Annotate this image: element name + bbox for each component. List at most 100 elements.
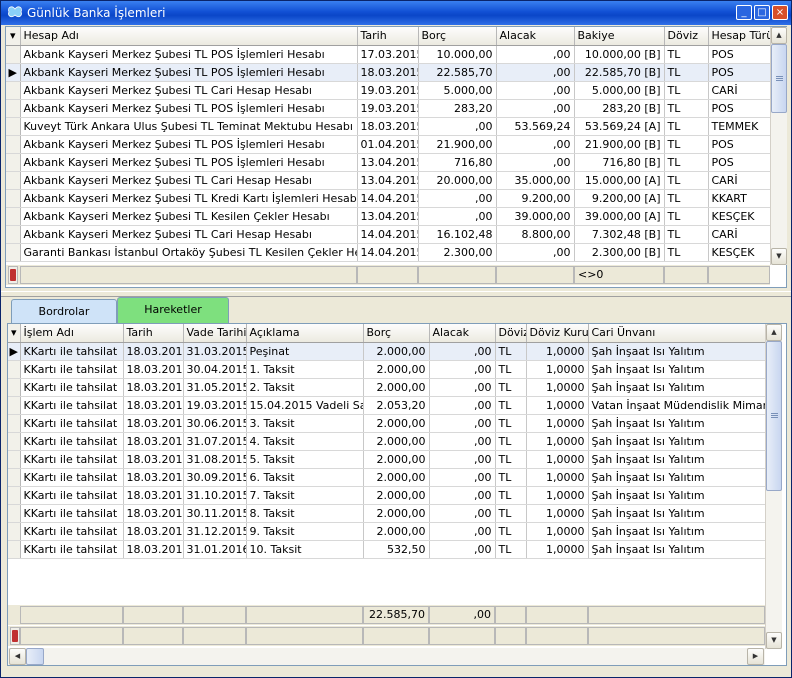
table-cell[interactable]: 1,0000 [526, 432, 589, 451]
table-cell[interactable]: POS [708, 153, 771, 172]
table-cell[interactable]: 21.900,00 [418, 135, 497, 154]
table-cell[interactable]: ,00 [429, 396, 496, 415]
table-cell[interactable]: 13.04.2015 [357, 153, 419, 172]
table-cell[interactable]: KKartı ile tahsilat [20, 540, 124, 559]
table-cell[interactable]: 716,80 [B] [574, 153, 665, 172]
table-row[interactable]: Akbank Kayseri Merkez Şubesi TL Cari Hes… [6, 81, 771, 100]
row-indicator[interactable] [6, 99, 21, 118]
table-cell[interactable]: ,00 [429, 342, 496, 361]
table-cell[interactable]: Akbank Kayseri Merkez Şubesi TL Cari Hes… [20, 171, 358, 190]
table-cell[interactable]: Şah İnşaat Isı Yalıtım [588, 522, 766, 541]
row-indicator[interactable] [6, 135, 21, 154]
table-cell[interactable]: Şah İnşaat Isı Yalıtım [588, 360, 766, 379]
table-cell[interactable]: TL [664, 135, 709, 154]
table-cell[interactable]: 35.000,00 [496, 171, 575, 190]
table-cell[interactable]: ,00 [496, 153, 575, 172]
table-cell[interactable]: TEMMEK [708, 117, 771, 136]
table-row[interactable]: KKartı ile tahsilat18.03.201531.05.20152… [8, 378, 766, 397]
table-cell[interactable]: KKartı ile tahsilat [20, 414, 124, 433]
accounts-column-header[interactable]: Alacak [496, 27, 575, 46]
table-row[interactable]: Garanti Bankası İstanbul Ortaköy Şubesi … [6, 243, 771, 262]
table-cell[interactable]: Akbank Kayseri Merkez Şubesi TL POS İşle… [20, 45, 358, 64]
transactions-horizontal-scrollbar[interactable]: ◀ ▶ [8, 648, 765, 665]
accounts-column-header[interactable]: Tarih [357, 27, 419, 46]
table-cell[interactable]: 16.102,48 [418, 225, 497, 244]
table-cell[interactable]: TL [664, 45, 709, 64]
table-cell[interactable]: 30.11.2015 [183, 504, 247, 523]
transactions-column-header[interactable]: Açıklama [246, 324, 364, 343]
table-cell[interactable]: 15.000,00 [A] [574, 171, 665, 190]
table-cell[interactable]: CARİ [708, 171, 771, 190]
table-row[interactable]: ▶ Akbank Kayseri Merkez Şubesi TL POS İşl… [6, 63, 771, 82]
table-cell[interactable]: Şah İnşaat Isı Yalıtım [588, 378, 766, 397]
table-cell[interactable]: 22.585,70 [B] [574, 63, 665, 82]
table-cell[interactable]: 13.04.2015 [357, 207, 419, 226]
table-cell[interactable]: 18.03.2015 [357, 117, 419, 136]
table-cell[interactable]: 7.302,48 [B] [574, 225, 665, 244]
table-cell[interactable]: 53.569,24 [496, 117, 575, 136]
table-cell[interactable]: Akbank Kayseri Merkez Şubesi TL Cari Hes… [20, 225, 358, 244]
table-cell[interactable]: 15.04.2015 Vadeli Satış [246, 396, 364, 415]
table-cell[interactable]: Şah İnşaat Isı Yalıtım [588, 450, 766, 469]
table-cell[interactable]: 1,0000 [526, 486, 589, 505]
table-cell[interactable]: KKartı ile tahsilat [20, 360, 124, 379]
table-cell[interactable]: 18.03.2015 [123, 468, 184, 487]
table-cell[interactable]: 2.300,00 [418, 243, 497, 262]
table-cell[interactable]: 3. Taksit [246, 414, 364, 433]
table-cell[interactable]: TL [664, 63, 709, 82]
table-cell[interactable]: ,00 [496, 45, 575, 64]
table-row[interactable]: KKartı ile tahsilat18.03.201531.08.20155… [8, 450, 766, 469]
table-cell[interactable]: Akbank Kayseri Merkez Şubesi TL POS İşle… [20, 63, 358, 82]
table-cell[interactable]: Şah İnşaat Isı Yalıtım [588, 468, 766, 487]
row-indicator[interactable] [6, 81, 21, 100]
table-cell[interactable]: 18.03.2015 [123, 414, 184, 433]
table-cell[interactable]: TL [664, 171, 709, 190]
table-cell[interactable]: 18.03.2015 [123, 486, 184, 505]
table-cell[interactable]: 18.03.2015 [123, 432, 184, 451]
table-cell[interactable]: KKartı ile tahsilat [20, 504, 124, 523]
table-cell[interactable]: 2.000,00 [363, 342, 430, 361]
current-row-indicator-icon[interactable]: ▶ [6, 63, 21, 82]
table-cell[interactable]: TL [664, 153, 709, 172]
table-cell[interactable]: KKartı ile tahsilat [20, 450, 124, 469]
table-cell[interactable]: ,00 [429, 486, 496, 505]
table-cell[interactable]: 18.03.2015 [123, 504, 184, 523]
scroll-down-button[interactable]: ▼ [766, 632, 782, 649]
accounts-column-header[interactable]: Borç [418, 27, 497, 46]
table-cell[interactable]: 31.01.2016 [183, 540, 247, 559]
table-row[interactable]: KKartı ile tahsilat18.03.201530.06.20153… [8, 414, 766, 433]
table-cell[interactable]: 1,0000 [526, 504, 589, 523]
table-cell[interactable]: 9.200,00 [496, 189, 575, 208]
table-cell[interactable]: 8.800,00 [496, 225, 575, 244]
table-cell[interactable]: 2.000,00 [363, 360, 430, 379]
transactions-column-header[interactable]: İşlem Adı [20, 324, 124, 343]
table-cell[interactable]: 9. Taksit [246, 522, 364, 541]
row-indicator[interactable] [6, 207, 21, 226]
title-bar[interactable]: Günlük Banka İşlemleri _ □ × [1, 1, 791, 25]
table-cell[interactable]: POS [708, 135, 771, 154]
maximize-button[interactable]: □ [754, 5, 770, 20]
table-cell[interactable]: ,00 [429, 378, 496, 397]
scroll-thumb[interactable] [771, 44, 787, 113]
table-cell[interactable]: 1,0000 [526, 540, 589, 559]
table-cell[interactable]: TL [495, 486, 527, 505]
table-row[interactable]: Akbank Kayseri Merkez Şubesi TL Kredi Ka… [6, 189, 771, 208]
row-indicator[interactable] [6, 153, 21, 172]
table-row[interactable]: Akbank Kayseri Merkez Şubesi TL Cari Hes… [6, 171, 771, 190]
minimize-button[interactable]: _ [736, 5, 752, 20]
table-cell[interactable]: 18.03.2015 [123, 360, 184, 379]
row-indicator[interactable] [8, 468, 21, 487]
table-cell[interactable]: Akbank Kayseri Merkez Şubesi TL Cari Hes… [20, 81, 358, 100]
table-row[interactable]: KKartı ile tahsilat18.03.201531.12.20159… [8, 522, 766, 541]
table-cell[interactable]: Şah İnşaat Isı Yalıtım [588, 342, 766, 361]
table-cell[interactable]: ,00 [429, 522, 496, 541]
table-cell[interactable]: ,00 [496, 243, 575, 262]
table-cell[interactable]: 18.03.2015 [357, 63, 419, 82]
table-cell[interactable]: Akbank Kayseri Merkez Şubesi TL POS İşle… [20, 99, 358, 118]
table-cell[interactable]: TL [495, 432, 527, 451]
table-cell[interactable]: 01.04.2015 [357, 135, 419, 154]
scroll-right-button[interactable]: ▶ [747, 648, 764, 665]
table-cell[interactable]: Şah İnşaat Isı Yalıtım [588, 486, 766, 505]
table-cell[interactable]: 22.585,70 [418, 63, 497, 82]
table-cell[interactable]: 31.05.2015 [183, 378, 247, 397]
